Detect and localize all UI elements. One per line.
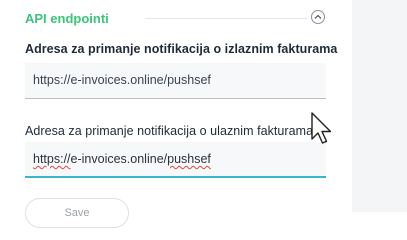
section-header: API endpointi	[25, 9, 327, 29]
incoming-invoices-url-input[interactable]: https://e-invoices.online/pushsef	[25, 142, 326, 178]
right-gutter	[352, 0, 407, 212]
section-divider	[145, 18, 307, 19]
chevron-up-icon	[314, 14, 322, 19]
outgoing-invoices-url-input[interactable]: https://e-invoices.online/pushsef	[25, 63, 326, 99]
incoming-invoices-url-label: Adresa za primanje notifikacija o ulazni…	[25, 124, 314, 138]
spellcheck-word-pushsef: pushsef	[167, 152, 211, 166]
url-domain-text: e-invoices.online/	[70, 152, 168, 166]
section-title: API endpointi	[25, 11, 109, 26]
arrow-cursor-icon	[311, 112, 332, 144]
incoming-invoices-url-value: https://e-invoices.online/pushsef	[33, 152, 211, 166]
outgoing-invoices-url-label: Adresa za primanje notifikacija o izlazn…	[25, 42, 338, 56]
spellcheck-word-https: https://	[33, 152, 71, 166]
collapse-section-button[interactable]	[311, 10, 325, 24]
api-settings-panel: API endpointi Adresa za primanje notifik…	[0, 0, 352, 228]
save-button[interactable]: Save	[25, 198, 129, 228]
outgoing-invoices-url-value: https://e-invoices.online/pushsef	[33, 73, 211, 87]
